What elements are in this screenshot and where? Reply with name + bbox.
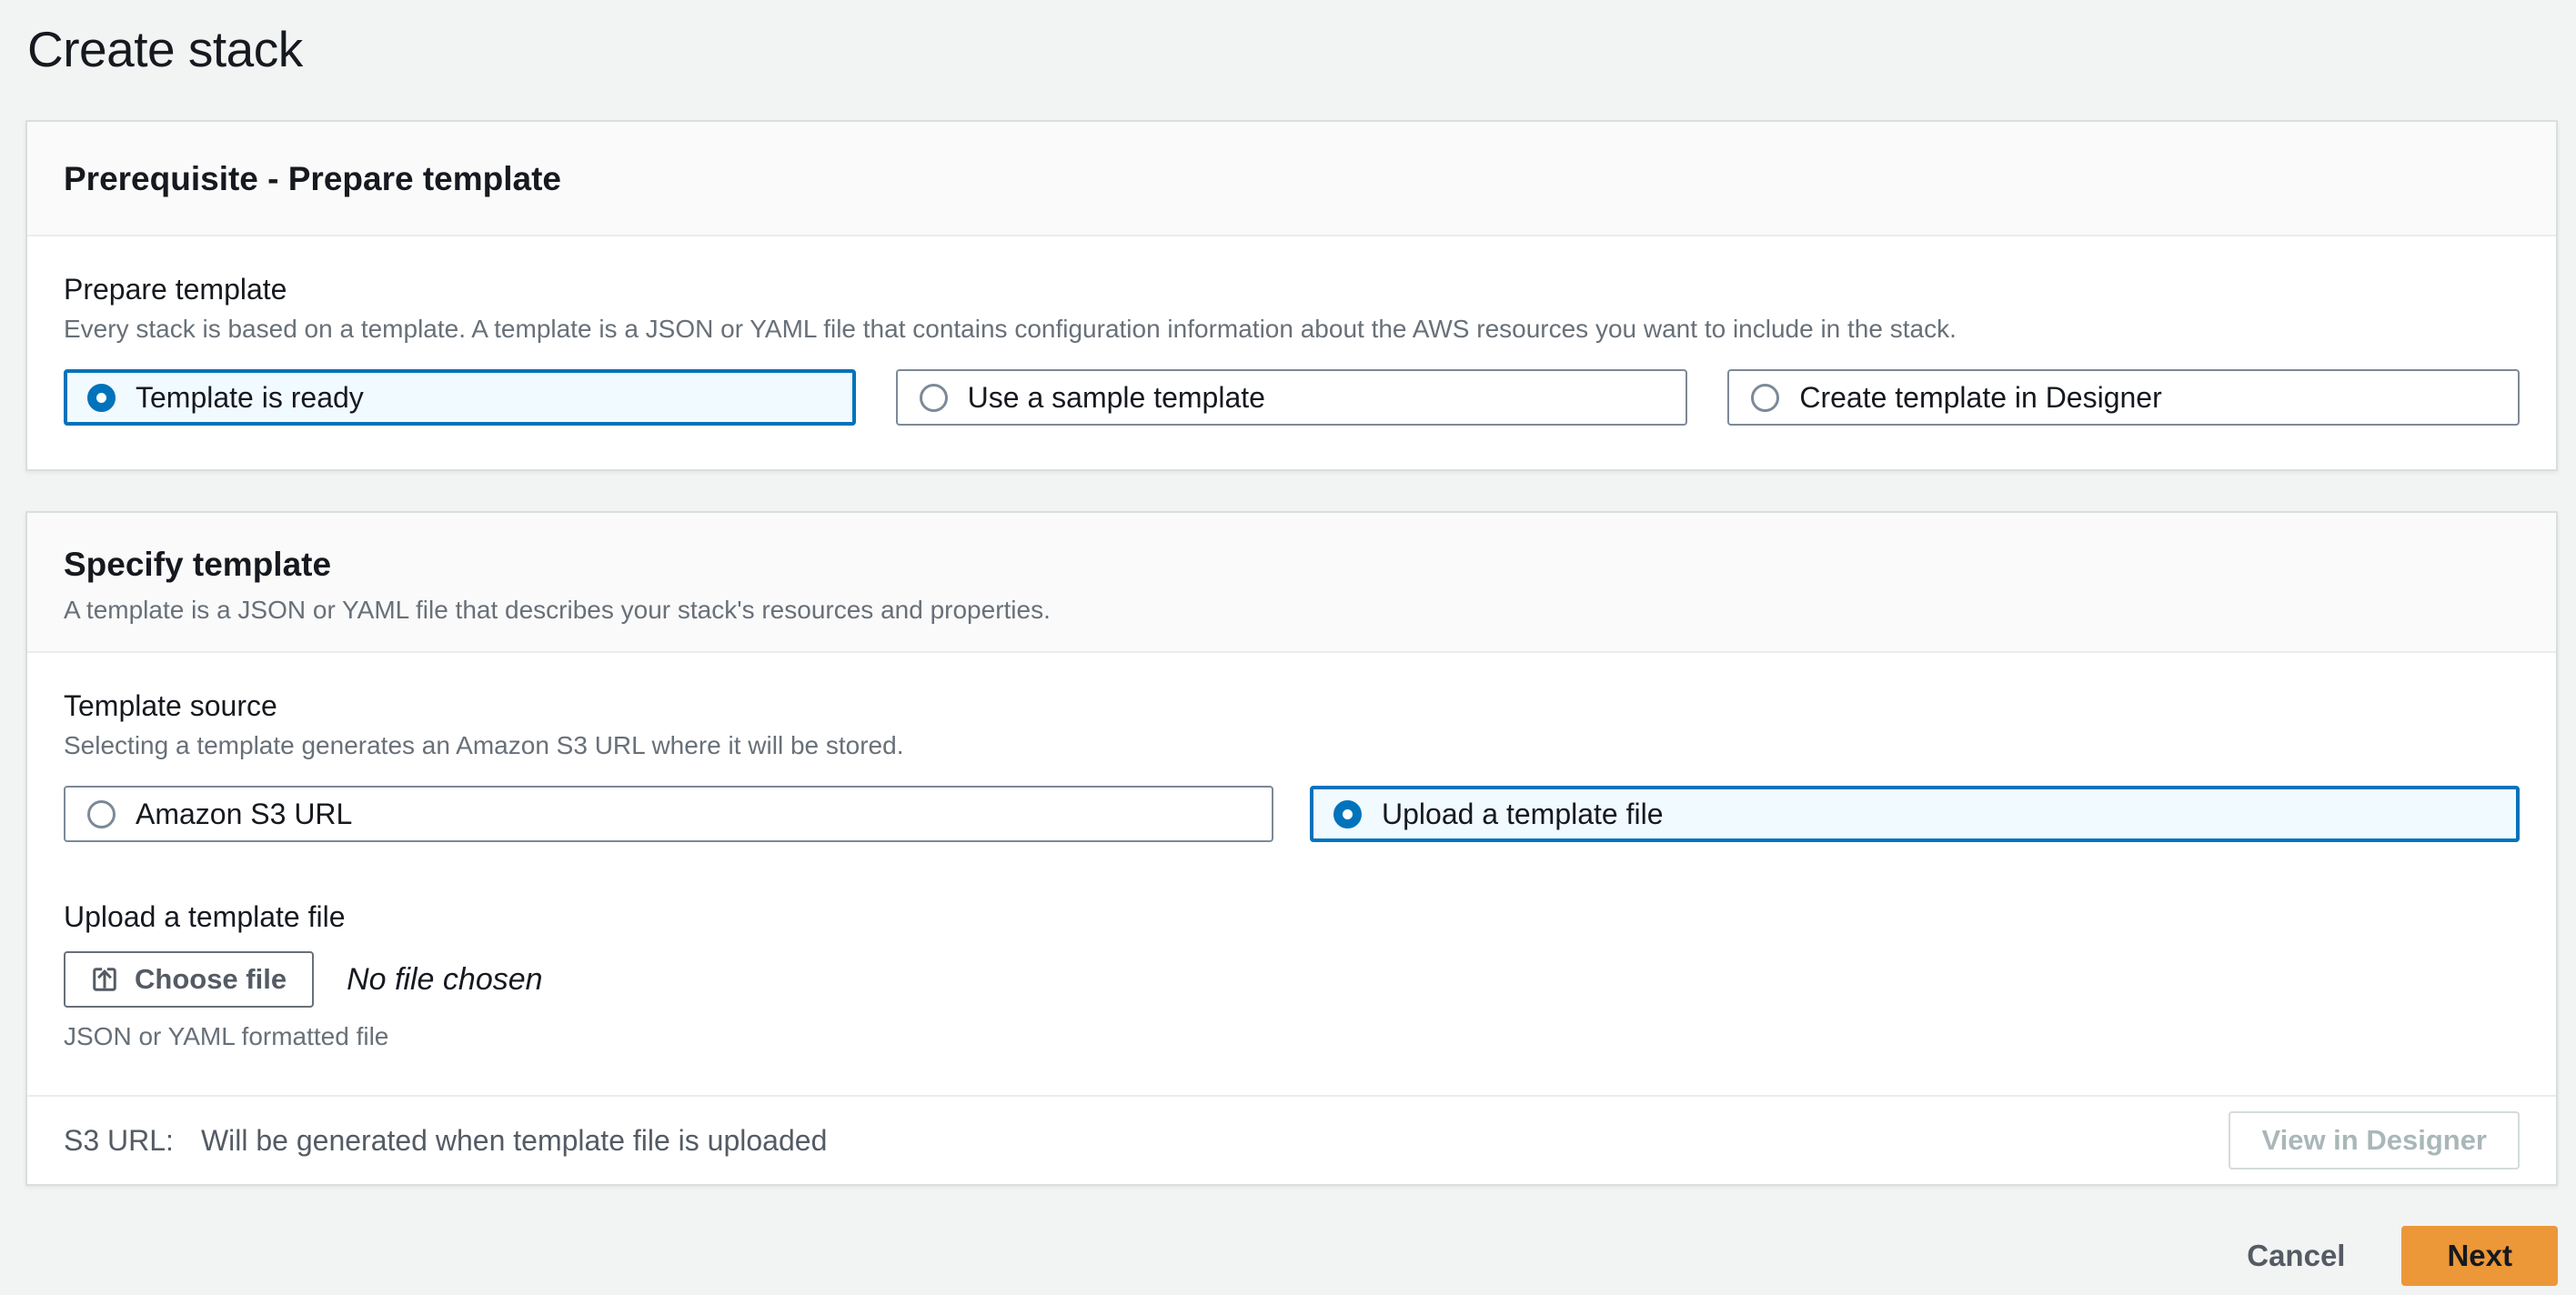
radio-unchecked-icon[interactable]: [919, 383, 948, 412]
prepare-template-description: Every stack is based on a template. A te…: [64, 315, 1957, 343]
radio-tile-label: Amazon S3 URL: [136, 797, 353, 830]
s3-url-label: S3 URL:: [64, 1123, 174, 1157]
radio-tile-label: Template is ready: [136, 380, 364, 414]
upload-template-file-label: Upload a template file: [64, 900, 346, 933]
radio-tile-label: Use a sample template: [967, 380, 1265, 414]
specify-template-card: Specify template A template is a JSON or…: [25, 511, 2558, 1186]
prepare-template-options: Template is ready Use a sample template …: [64, 369, 2520, 426]
specify-card-body: Template source Selecting a template gen…: [27, 653, 2556, 1095]
radio-checked-icon[interactable]: [1333, 799, 1362, 828]
prerequisite-card-title: Prerequisite - Prepare template: [64, 160, 561, 197]
radio-tile-use-sample-template[interactable]: Use a sample template: [895, 369, 1688, 426]
s3-url-value: Will be generated when template file is …: [200, 1123, 828, 1157]
radio-tile-label: Upload a template file: [1382, 797, 1664, 830]
prerequisite-card-header: Prerequisite - Prepare template: [27, 122, 2556, 236]
specify-card-header: Specify template A template is a JSON or…: [27, 513, 2556, 653]
radio-unchecked-icon[interactable]: [1751, 383, 1780, 412]
prerequisite-card-body: Prepare template Every stack is based on…: [27, 236, 2556, 469]
prepare-template-label: Prepare template: [64, 273, 287, 306]
template-source-description: Selecting a template generates an Amazon…: [64, 731, 904, 759]
choose-file-button[interactable]: Choose file: [64, 951, 315, 1008]
file-upload-row: Choose file No file chosen: [64, 951, 2520, 1008]
upload-hint: JSON or YAML formatted file: [64, 1022, 389, 1050]
wizard-actions: Cancel Next: [25, 1226, 2558, 1286]
radio-checked-icon[interactable]: [87, 383, 116, 412]
radio-tile-upload-template-file[interactable]: Upload a template file: [1310, 786, 2520, 842]
choose-file-button-label: Choose file: [135, 963, 287, 995]
radio-tile-create-template-in-designer[interactable]: Create template in Designer: [1727, 369, 2520, 426]
radio-tile-amazon-s3-url[interactable]: Amazon S3 URL: [64, 786, 1273, 842]
create-stack-page: Create stack Prerequisite - Prepare temp…: [0, 20, 2576, 1295]
specify-card-description: A template is a JSON or YAML file that d…: [64, 596, 1051, 624]
file-status-text: No file chosen: [347, 961, 543, 997]
upload-icon: [91, 966, 118, 993]
radio-tile-template-is-ready[interactable]: Template is ready: [64, 369, 856, 426]
view-in-designer-button[interactable]: View in Designer: [2229, 1111, 2520, 1170]
template-source-label: Template source: [64, 689, 277, 722]
radio-unchecked-icon[interactable]: [87, 799, 116, 828]
radio-tile-label: Create template in Designer: [1799, 380, 2162, 414]
prerequisite-card: Prerequisite - Prepare template Prepare …: [25, 120, 2558, 471]
specify-card-title: Specify template: [64, 546, 332, 583]
specify-card-footer: S3 URL: Will be generated when template …: [27, 1095, 2556, 1184]
s3-url-row: S3 URL: Will be generated when template …: [64, 1124, 827, 1158]
cancel-button[interactable]: Cancel: [2247, 1230, 2345, 1282]
template-source-options: Amazon S3 URL Upload a template file: [64, 786, 2520, 842]
page-title: Create stack: [27, 21, 303, 77]
next-button[interactable]: Next: [2401, 1226, 2558, 1286]
